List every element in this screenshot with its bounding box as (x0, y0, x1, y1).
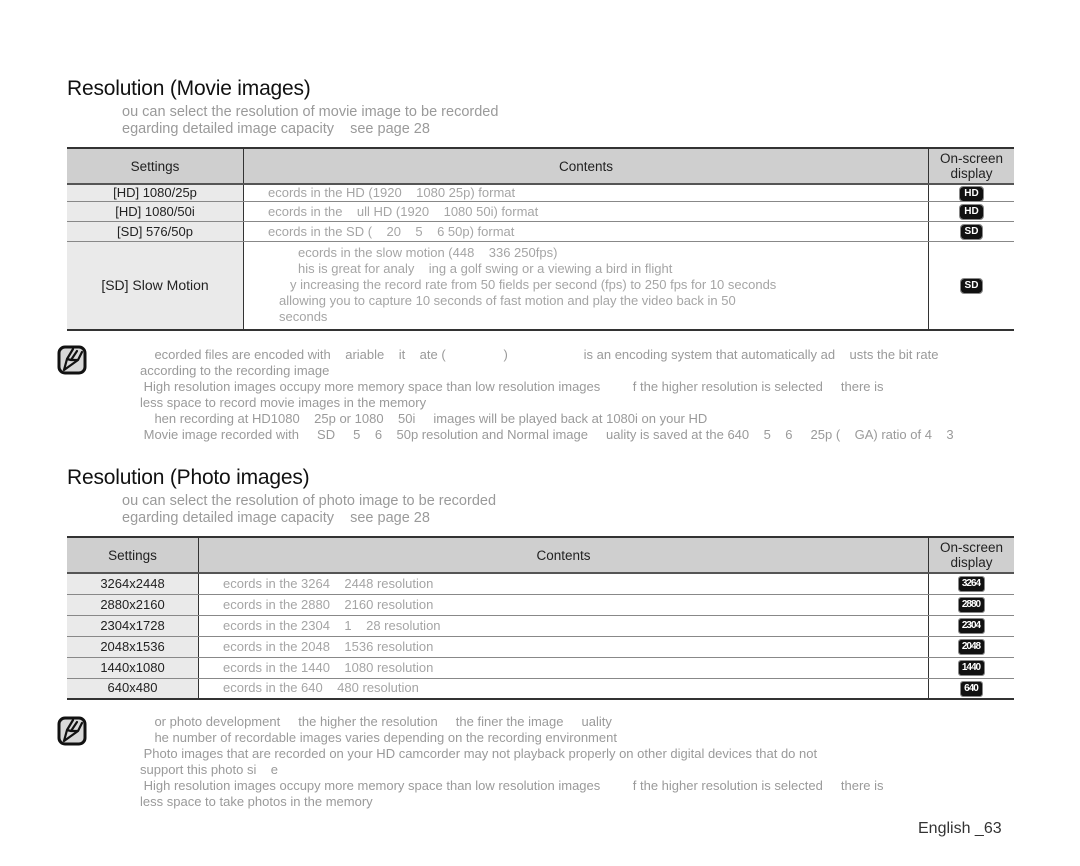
hd-icon: HD (959, 185, 984, 202)
contents-line: y increasing the record rate from 50 fie… (290, 277, 777, 293)
contents-cell: ecords in the 2880 2160 resolution (198, 594, 929, 616)
movie-intro: ou can select the resolution of movie im… (122, 104, 498, 138)
header-on-screen-display: On-screen display (928, 147, 1014, 185)
table-row: 2880x2160 ecords in the 2880 2160 resolu… (67, 594, 1014, 616)
header-settings: Settings (67, 147, 244, 185)
contents-line: his is great for analy ing a golf swing … (298, 261, 673, 277)
table-row: 2304x1728 ecords in the 2304 1 28 resolu… (67, 615, 1014, 637)
display-cell: 1440 (928, 657, 1014, 679)
table-row: [HD] 1080/25p ecords in the HD (1920 108… (67, 184, 1014, 202)
note-line: according to the recording image (140, 363, 330, 378)
note-line: less space to record movie images in the… (140, 395, 427, 410)
display-cell: 2880 (928, 594, 1014, 616)
setting-cell: 1440x1080 (67, 657, 199, 679)
resolution-2304-icon: 2304 (957, 618, 986, 635)
setting-cell: 3264x2448 (67, 573, 199, 595)
note-line: Photo images that are recorded on your H… (140, 746, 818, 761)
note-line: ecorded files are encoded with ariable i… (140, 347, 939, 362)
note-line: support this photo si e (140, 762, 279, 777)
note-line: Movie image recorded with SD 5 6 50p res… (140, 427, 954, 442)
resolution-1440-icon: 1440 (957, 660, 986, 677)
photo-intro-line: egarding detailed image capacity see pag… (122, 510, 430, 526)
resolution-2880-icon: 2880 (957, 597, 986, 614)
movie-resolution-table: Settings Contents On-screen display [HD]… (67, 147, 1014, 331)
table-row: 1440x1080 ecords in the 1440 1080 resolu… (67, 657, 1014, 679)
sd-icon: SD (959, 277, 984, 294)
table-row: [SD] Slow Motion ecords in the slow moti… (67, 241, 1014, 331)
table-row: [SD] 576/50p ecords in the SD ( 20 5 6 5… (67, 221, 1014, 242)
contents-cell: ecords in the 2048 1536 resolution (198, 636, 929, 658)
photo-intro-line: ou can select the resolution of photo im… (122, 493, 497, 509)
table-header-row: Settings Contents On-screen display (67, 536, 1014, 574)
display-cell: SD (928, 221, 1014, 242)
note-line: he number of recordable images varies de… (140, 730, 617, 745)
photo-notes: or photo development the higher the reso… (140, 714, 884, 810)
photo-intro: ou can select the resolution of photo im… (122, 493, 496, 527)
header-contents: Contents (198, 536, 929, 574)
page-number: English _63 (918, 820, 1002, 837)
display-cell: SD (928, 241, 1014, 331)
header-contents: Contents (243, 147, 929, 185)
movie-intro-line: egarding detailed image capacity see pag… (122, 121, 430, 137)
contents-cell: ecords in the 1440 1080 resolution (198, 657, 929, 679)
table-row: 3264x2448 ecords in the 3264 2448 resolu… (67, 573, 1014, 595)
contents-cell: ecords in the 640 480 resolution (198, 678, 929, 700)
contents-line: seconds (279, 309, 328, 325)
setting-cell: [SD] 576/50p (67, 221, 244, 242)
note-line: hen recording at HD1080 25p or 1080 50i … (140, 411, 708, 426)
display-cell: HD (928, 201, 1014, 222)
setting-cell: 2880x2160 (67, 594, 199, 616)
table-row: 640x480 ecords in the 640 480 resolution… (67, 678, 1014, 700)
photo-resolution-table: Settings Contents On-screen display 3264… (67, 536, 1014, 700)
photo-section-title: Resolution (Photo images) (67, 466, 310, 489)
note-line: or photo development the higher the reso… (140, 714, 612, 729)
note-pencil-icon (57, 716, 87, 746)
setting-cell: 2048x1536 (67, 636, 199, 658)
display-cell: 640 (928, 678, 1014, 700)
table-row: [HD] 1080/50i ecords in the ull HD (1920… (67, 201, 1014, 222)
resolution-3264-icon: 3264 (957, 576, 986, 593)
setting-cell: [HD] 1080/50i (67, 201, 244, 222)
movie-notes: ecorded files are encoded with ariable i… (140, 347, 954, 443)
resolution-640-icon: 640 (960, 680, 983, 697)
display-cell: 3264 (928, 573, 1014, 595)
note-pencil-icon (57, 345, 87, 375)
header-settings: Settings (67, 536, 199, 574)
contents-cell: ecords in the 3264 2448 resolution (198, 573, 929, 595)
setting-cell: 2304x1728 (67, 615, 199, 637)
contents-line: allowing you to capture 10 seconds of fa… (279, 293, 736, 309)
sd-icon: SD (959, 224, 984, 241)
display-cell: HD (928, 184, 1014, 202)
header-on-screen-display: On-screen display (928, 536, 1014, 574)
setting-cell: [HD] 1080/25p (67, 184, 244, 202)
note-line: High resolution images occupy more memor… (140, 379, 884, 394)
display-cell: 2304 (928, 615, 1014, 637)
note-line: less space to take photos in the memory (140, 794, 373, 809)
note-line: High resolution images occupy more memor… (140, 778, 884, 793)
contents-cell: ecords in the ull HD (1920 1080 50i) for… (243, 201, 929, 222)
table-header-row: Settings Contents On-screen display (67, 147, 1014, 185)
setting-cell: 640x480 (67, 678, 199, 700)
resolution-2048-icon: 2048 (957, 639, 986, 656)
table-row: 2048x1536 ecords in the 2048 1536 resolu… (67, 636, 1014, 658)
contents-cell: ecords in the slow motion (448 336 250fp… (243, 241, 929, 331)
movie-section-title: Resolution (Movie images) (67, 77, 311, 100)
display-cell: 2048 (928, 636, 1014, 658)
full-hd-icon: HD (959, 204, 984, 221)
setting-cell: [SD] Slow Motion (67, 241, 244, 331)
movie-intro-line: ou can select the resolution of movie im… (122, 104, 499, 120)
contents-cell: ecords in the SD ( 20 5 6 50p) format (243, 221, 929, 242)
contents-cell: ecords in the 2304 1 28 resolution (198, 615, 929, 637)
contents-cell: ecords in the HD (1920 1080 25p) format (243, 184, 929, 202)
contents-line: ecords in the slow motion (448 336 250fp… (298, 245, 558, 261)
